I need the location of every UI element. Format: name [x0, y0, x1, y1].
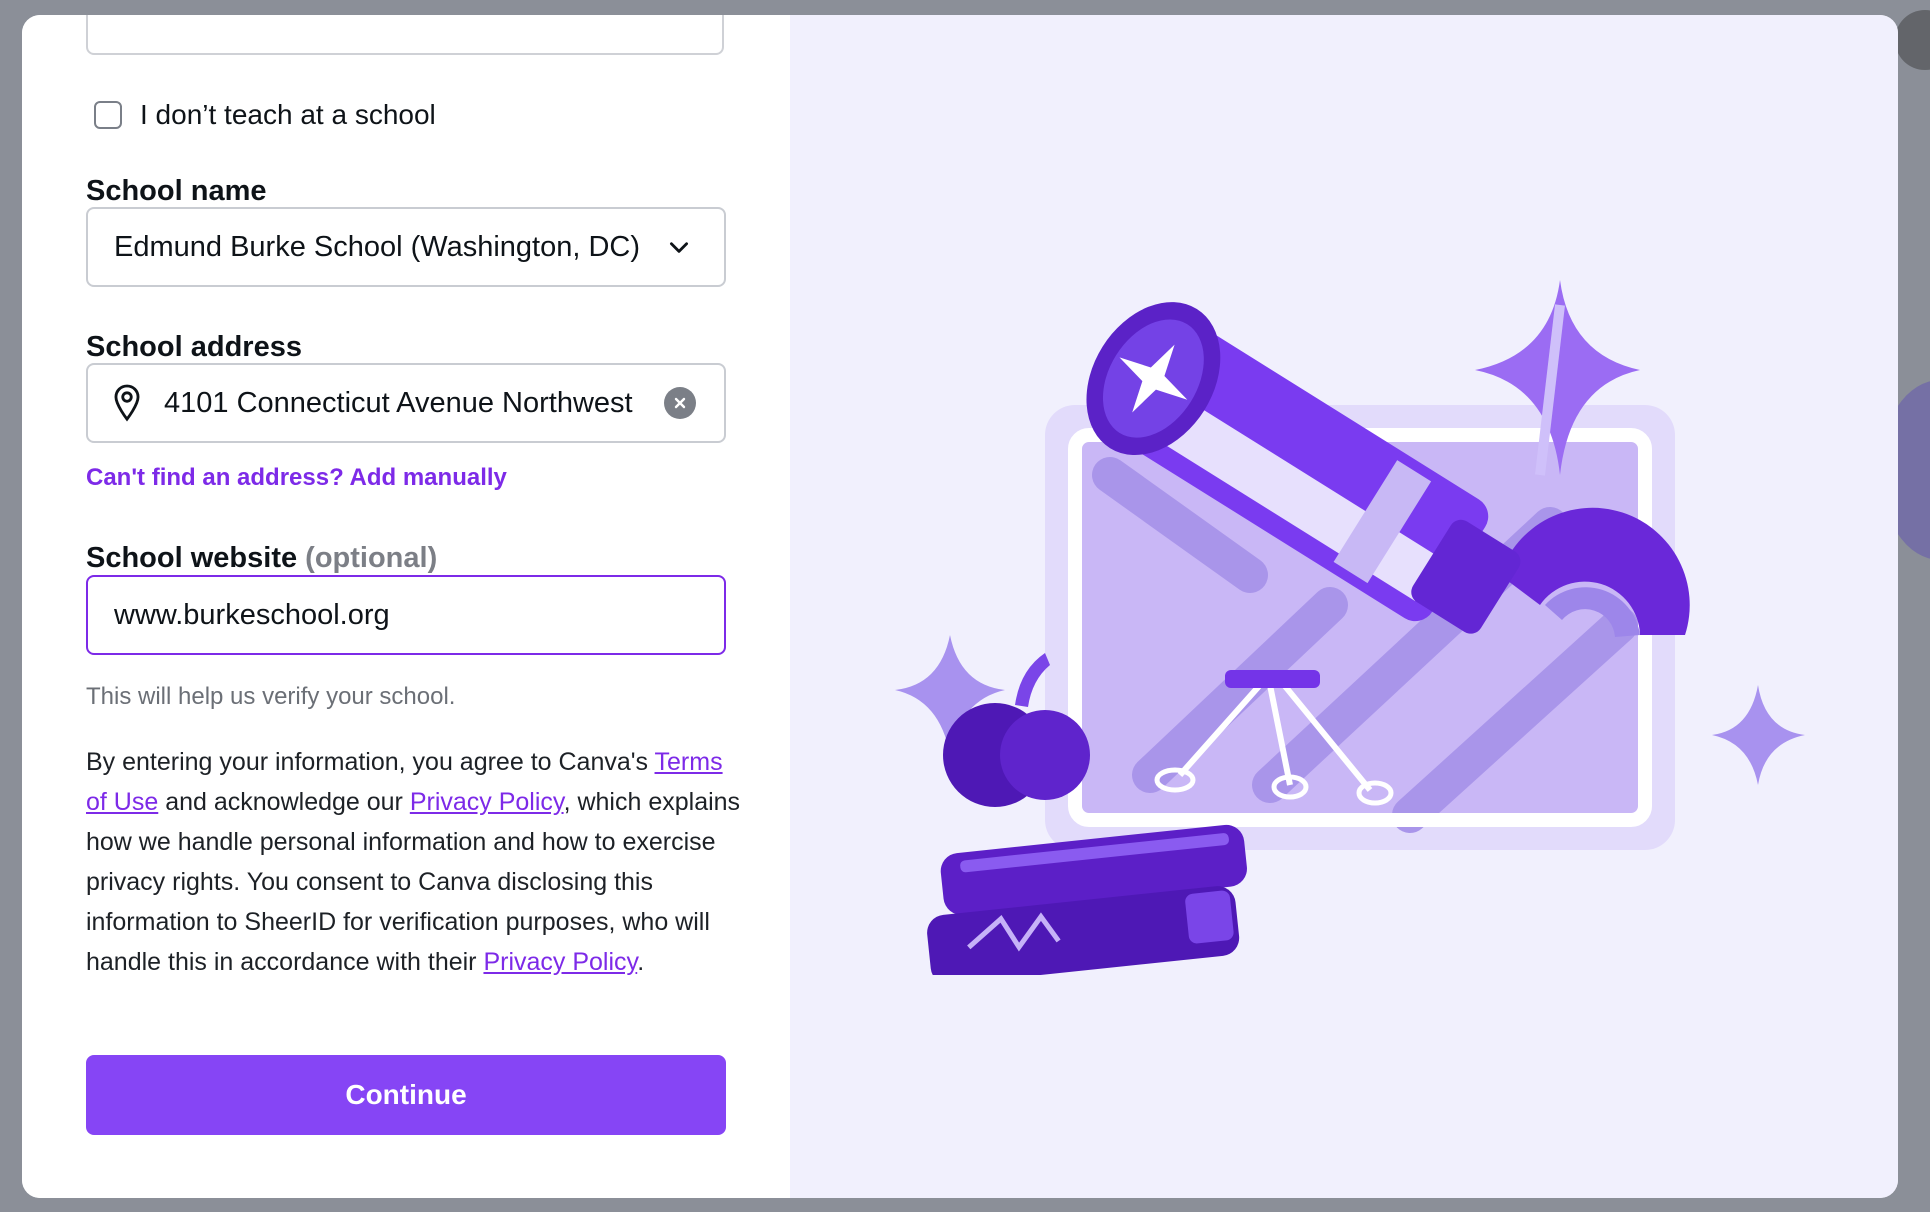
books-stack — [927, 824, 1247, 975]
school-website-input[interactable]: www.burkeschool.org — [86, 575, 726, 655]
legal-text: By entering your information, you agree … — [86, 748, 655, 776]
no-school-checkbox[interactable] — [94, 101, 122, 129]
legal-text: . — [637, 948, 645, 976]
sparkle-right — [1712, 685, 1805, 785]
optional-tag: (optional) — [305, 542, 438, 574]
no-school-checkbox-label[interactable]: I don’t teach at a school — [140, 99, 436, 131]
privacy-policy-link[interactable]: Privacy Policy — [410, 788, 564, 816]
add-address-manually-link[interactable]: Can't find an address? Add manually — [86, 464, 507, 492]
website-hint: This will help us verify your school. — [86, 683, 456, 710]
telescope-illustration — [895, 280, 1805, 975]
school-address-value: 4101 Connecticut Avenue Northwest — [164, 386, 633, 419]
school-address-label: School address — [86, 331, 302, 363]
school-name-value: Edmund Burke School (Washington, DC) — [114, 230, 640, 263]
legal-consent-text: By entering your information, you agree … — [86, 742, 746, 982]
school-name-select[interactable]: Edmund Burke School (Washington, DC) — [86, 207, 726, 287]
illustration-panel — [790, 15, 1898, 1198]
teacher-verification-modal: I don’t teach at a school School name Ed… — [22, 15, 1898, 1198]
previous-field[interactable] — [86, 15, 724, 55]
continue-button[interactable]: Continue — [86, 1055, 726, 1135]
clear-icon[interactable] — [664, 387, 696, 419]
school-website-label: School website (optional) — [86, 542, 437, 575]
tripod-mount — [1225, 670, 1320, 688]
school-name-label: School name — [86, 175, 267, 207]
chevron-down-icon — [666, 234, 692, 260]
location-pin-icon — [110, 383, 144, 423]
school-website-value: www.burkeschool.org — [114, 598, 390, 631]
no-school-checkbox-row[interactable]: I don’t teach at a school — [94, 95, 436, 135]
school-address-input[interactable]: 4101 Connecticut Avenue Northwest — [86, 363, 726, 443]
form-panel: I don’t teach at a school School name Ed… — [22, 15, 790, 1198]
school-website-label-text: School website — [86, 542, 298, 574]
backdrop-shape — [1895, 10, 1930, 70]
sheerid-privacy-policy-link[interactable]: Privacy Policy — [483, 948, 637, 976]
legal-text: and acknowledge our — [158, 788, 410, 816]
